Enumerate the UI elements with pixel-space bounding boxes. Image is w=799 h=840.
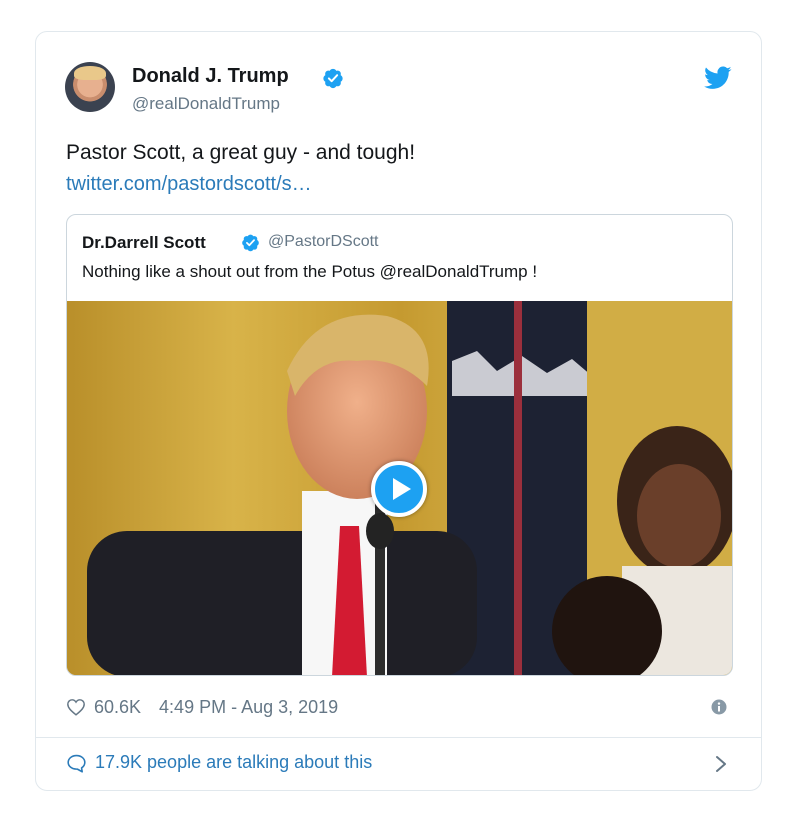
info-icon[interactable] (711, 699, 727, 715)
video-thumbnail[interactable] (67, 301, 732, 675)
tweet-text: Pastor Scott, a great guy - and tough! (66, 141, 416, 164)
play-icon (393, 478, 411, 500)
author-handle[interactable]: @realDonaldTrump (132, 94, 280, 114)
quoted-author-name: Dr.Darrell Scott (82, 233, 206, 252)
embedded-tweet-card: Donald J. Trump @realDonaldTrump Pastor … (35, 31, 762, 791)
chevron-right-icon[interactable] (715, 755, 727, 773)
twitter-bird-icon[interactable] (704, 66, 732, 90)
conversation-link[interactable]: 17.9K people are talking about this (66, 752, 372, 773)
play-button[interactable] (371, 461, 427, 517)
tweet-meta: 60.6K 4:49 PM - Aug 3, 2019 (66, 695, 338, 719)
author-name[interactable]: Donald J. Trump (132, 65, 289, 88)
speech-bubble-icon (67, 754, 86, 773)
tweet-timestamp[interactable]: 4:49 PM - Aug 3, 2019 (159, 697, 338, 718)
heart-icon[interactable] (66, 698, 86, 716)
quoted-author-handle: @PastorDScott (268, 233, 379, 250)
talking-count-text: 17.9K people are talking about this (95, 752, 373, 772)
tweet-link[interactable]: twitter.com/pastordscott/s… (66, 173, 312, 196)
verified-badge-icon (323, 68, 343, 89)
author-avatar[interactable] (65, 62, 115, 112)
verified-badge-icon (242, 234, 259, 252)
divider (36, 737, 761, 738)
quoted-tweet[interactable]: Dr.Darrell Scott @PastorDScott Nothing l… (66, 214, 733, 676)
like-count[interactable]: 60.6K (94, 697, 141, 718)
quoted-tweet-text: Nothing like a shout out from the Potus … (82, 262, 538, 281)
